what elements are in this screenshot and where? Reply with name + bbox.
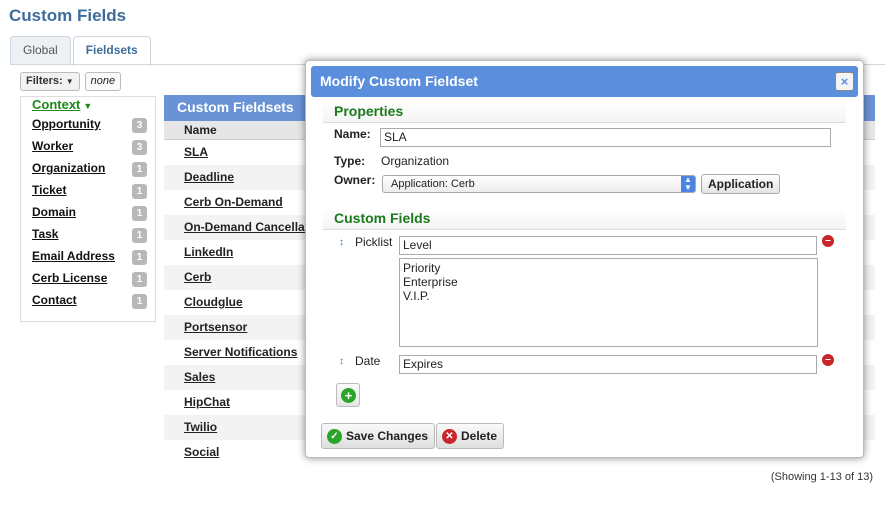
save-changes-button[interactable]: ✓ Save Changes	[321, 423, 436, 449]
sort-handle-icon[interactable]: ↕	[339, 356, 344, 367]
context-item-ticket[interactable]: Ticket 1	[32, 183, 147, 203]
tab-bar: Global Fieldsets	[10, 36, 153, 66]
tab-global[interactable]: Global	[10, 36, 71, 65]
count-badge: 3	[132, 140, 147, 155]
chevron-down-icon: ▼	[65, 77, 74, 86]
delete-label: Delete	[461, 429, 498, 443]
save-changes-label: Save Changes	[346, 429, 429, 443]
filters-bar: Filters: ▼ none	[20, 72, 122, 91]
field-type-label: Picklist	[355, 235, 393, 249]
owner-select-value: Application: Cerb	[391, 178, 475, 190]
add-icon: +	[341, 388, 356, 403]
count-badge: 1	[132, 228, 147, 243]
type-value: Organization	[381, 154, 450, 168]
custom-fields-title: Custom Fields	[334, 210, 431, 226]
dialog-title: Modify Custom Fieldset	[320, 73, 478, 89]
picklist-options-textarea[interactable]: Priority Enterprise V.I.P.	[399, 258, 818, 347]
filter-value-chip[interactable]: none	[84, 72, 122, 91]
owner-select[interactable]: Application: Cerb ▲ ▼	[382, 175, 696, 193]
page-title: Custom Fields	[9, 6, 127, 25]
close-icon[interactable]: ×	[835, 72, 854, 91]
remove-icon[interactable]: –	[822, 354, 834, 366]
count-badge: 1	[132, 206, 147, 221]
modify-fieldset-dialog: Modify Custom Fieldset × Properties Name…	[305, 60, 864, 458]
filters-label: Filters:	[26, 75, 63, 87]
context-item-contact[interactable]: Contact 1	[32, 293, 147, 313]
pagination-status: (Showing 1-13 of 13)	[770, 471, 873, 483]
context-title: Context	[32, 97, 81, 112]
count-badge: 3	[132, 118, 147, 133]
tab-fieldsets[interactable]: Fieldsets	[72, 36, 151, 66]
name-input[interactable]: SLA	[380, 128, 831, 147]
owner-application-button[interactable]: Application	[701, 174, 781, 194]
context-item-domain[interactable]: Domain 1	[32, 205, 147, 225]
count-badge: 1	[132, 162, 147, 177]
field-type-label: Date	[355, 354, 381, 368]
context-item-label: Worker	[32, 139, 74, 153]
properties-section-header: Properties	[323, 101, 846, 123]
context-item-label: Opportunity	[32, 117, 101, 131]
type-label: Type:	[334, 154, 366, 168]
count-badge: 1	[132, 294, 147, 309]
field-name-input[interactable]: Expires	[399, 355, 817, 374]
filters-button[interactable]: Filters: ▼	[20, 72, 80, 91]
count-badge: 1	[132, 184, 147, 199]
context-item-label: Task	[32, 227, 59, 241]
option-line: Enterprise	[403, 275, 458, 289]
chevron-down-icon: ▼	[83, 101, 93, 111]
select-arrows-icon: ▲ ▼	[681, 176, 695, 192]
name-label: Name:	[334, 127, 371, 141]
count-badge: 1	[132, 250, 147, 265]
context-item-label: Contact	[32, 293, 77, 307]
context-item-organization[interactable]: Organization 1	[32, 161, 147, 181]
custom-fields-section-header: Custom Fields	[323, 208, 846, 230]
properties-title: Properties	[334, 103, 404, 119]
context-item-label: Domain	[32, 205, 77, 219]
delete-button[interactable]: ✕ Delete	[436, 423, 505, 449]
add-field-button[interactable]: +	[336, 383, 360, 407]
sort-handle-icon[interactable]: ↕	[339, 237, 344, 248]
field-name-input[interactable]: Level	[399, 236, 817, 255]
context-item-label: Cerb License	[32, 271, 108, 285]
context-item-worker[interactable]: Worker 3	[32, 139, 147, 159]
owner-label: Owner:	[334, 173, 376, 187]
check-icon: ✓	[327, 429, 342, 444]
context-menu[interactable]: Context ▼	[32, 97, 92, 112]
option-line: V.I.P.	[403, 289, 430, 303]
context-panel: Context ▼ Opportunity 3 Worker 3 Organizati…	[20, 96, 156, 322]
context-item-opportunity[interactable]: Opportunity 3	[32, 117, 147, 137]
option-line: Priority	[403, 261, 441, 275]
context-item-cerb-license[interactable]: Cerb License 1	[32, 271, 147, 291]
context-item-email-address[interactable]: Email Address 1	[32, 249, 147, 269]
dialog-titlebar[interactable]: Modify Custom Fieldset ×	[311, 66, 858, 97]
count-badge: 1	[132, 272, 147, 287]
context-item-label: Organization	[32, 161, 106, 175]
context-item-task[interactable]: Task 1	[32, 227, 147, 247]
delete-icon: ✕	[442, 429, 457, 444]
remove-icon[interactable]: –	[822, 235, 834, 247]
context-item-label: Email Address	[32, 249, 115, 263]
context-item-label: Ticket	[32, 183, 67, 197]
